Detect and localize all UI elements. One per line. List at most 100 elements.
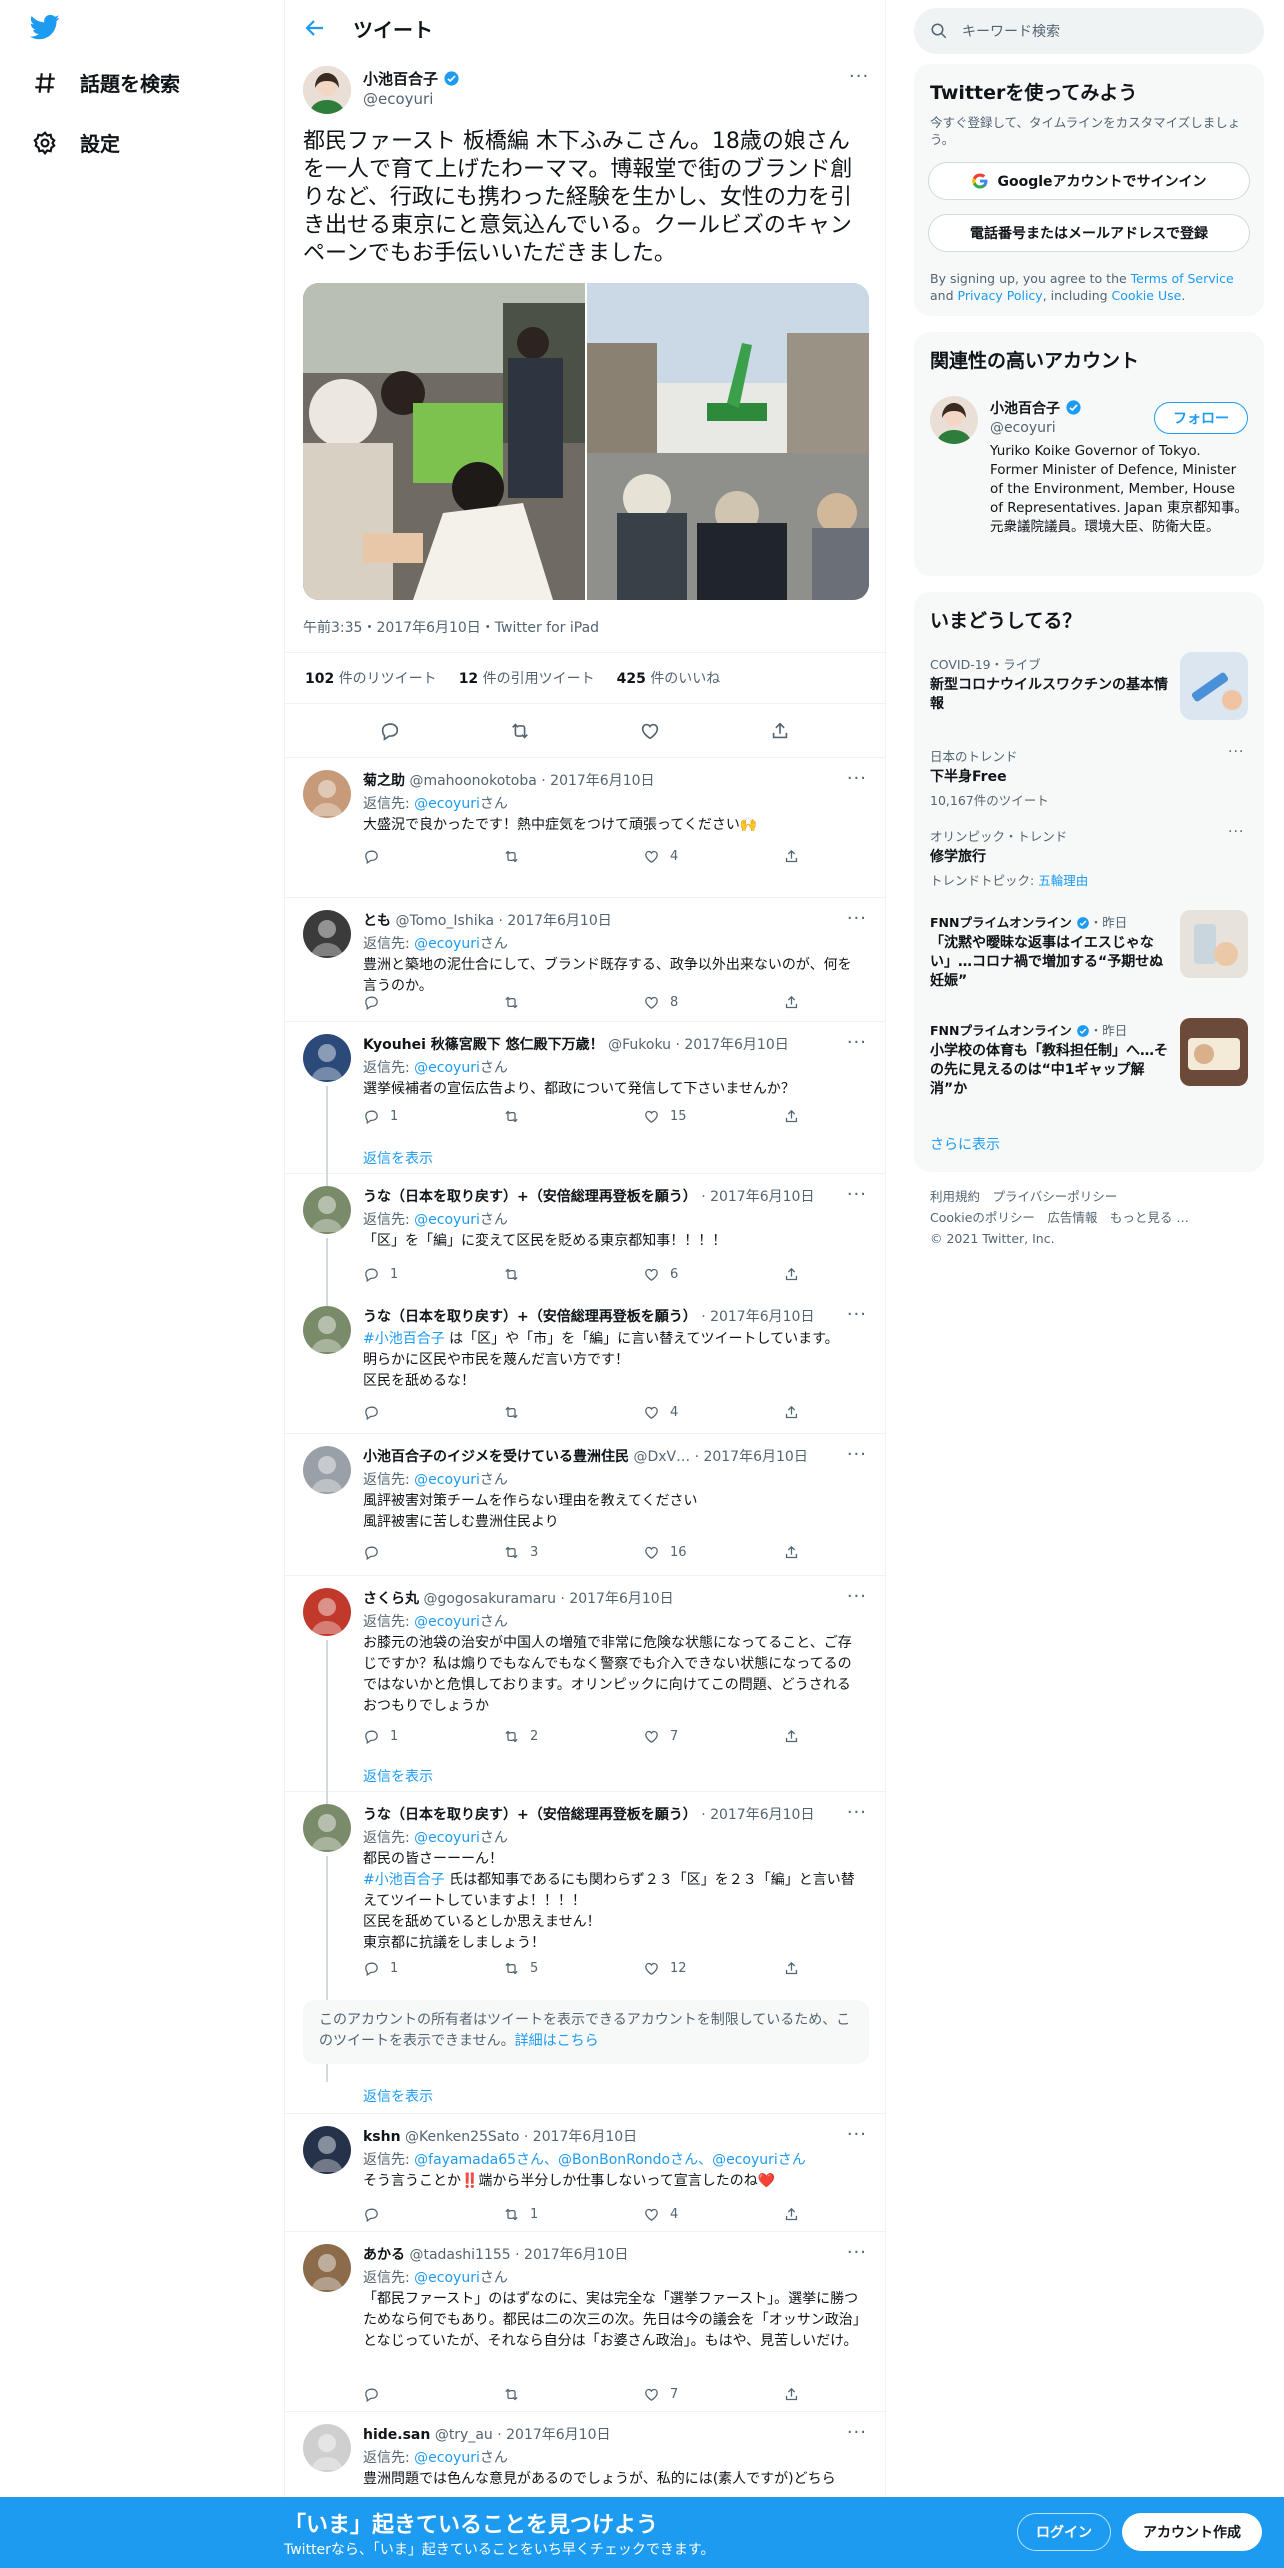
reply-button[interactable]: 1 <box>363 1726 450 1746</box>
quote-count[interactable]: 12 件の引用ツイート <box>459 668 595 688</box>
reply-avatar[interactable] <box>303 2244 351 2292</box>
tweet-photos[interactable] <box>303 283 869 600</box>
like-count[interactable]: 425 件のいいね <box>617 668 721 688</box>
reply-author-name[interactable]: さくら丸 <box>363 1591 419 1607</box>
show-more-link[interactable]: さらに表示 <box>930 1134 1000 1154</box>
reply-author-handle[interactable]: @Kenken25Sato <box>405 2129 519 2145</box>
author-avatar[interactable] <box>303 66 351 114</box>
reply-button[interactable] <box>363 2204 450 2224</box>
share-button[interactable] <box>783 2384 803 2404</box>
search-box[interactable]: キーワード検索 <box>914 8 1264 54</box>
mention-link[interactable]: @ecoyuri <box>414 1830 480 1846</box>
like-button[interactable]: 4 <box>643 2204 730 2224</box>
reply-author-handle[interactable]: @Fukoku <box>608 1037 671 1053</box>
news-item[interactable]: FNNプライムオンライン ・昨日 「沈黙や曖昧な返事はイエスじゃない」…コロナ禍… <box>930 912 1170 991</box>
tweet-photo-2[interactable] <box>587 283 869 600</box>
hashtag-link[interactable]: #小池百合子 <box>363 1331 445 1347</box>
reply-date[interactable]: · 2017年6月10日 <box>515 2247 628 2263</box>
mention-link[interactable]: @ecoyuri <box>414 1472 480 1488</box>
share-button[interactable] <box>783 992 803 1012</box>
retweet-button[interactable]: 1 <box>503 2204 590 2224</box>
more-options-icon[interactable]: ··· <box>849 66 869 87</box>
author-handle[interactable]: @ecoyuri <box>363 90 433 108</box>
like-button[interactable]: 8 <box>643 992 730 1012</box>
like-button[interactable]: 7 <box>643 1726 730 1746</box>
share-button[interactable] <box>783 846 803 866</box>
more-options-icon[interactable]: ··· <box>847 768 867 789</box>
share-button[interactable] <box>783 1264 803 1284</box>
retweet-button[interactable] <box>503 2384 590 2404</box>
retweet-button[interactable] <box>503 846 590 866</box>
mention-link[interactable]: @ecoyuri <box>414 1212 480 1228</box>
retweet-icon[interactable] <box>509 720 531 742</box>
mention-link[interactable]: @ecoyuri <box>414 1060 480 1076</box>
share-button[interactable] <box>783 2204 803 2224</box>
reply-date[interactable]: · 2017年6月10日 <box>560 1591 673 1607</box>
reply-author-handle[interactable]: @Tomo_Ishika <box>395 913 494 929</box>
reply-button[interactable] <box>363 1542 450 1562</box>
show-replies-link[interactable]: 返信を表示 <box>363 2086 433 2106</box>
reply-tweet[interactable]: うな（日本を取り戻す）+（安倍総理再登板を願う） · 2017年6月10日 ···… <box>285 1792 885 2082</box>
reply-date[interactable]: · 2017年6月10日 <box>497 2427 610 2443</box>
reply-avatar[interactable] <box>303 770 351 818</box>
mention-link[interactable]: @ecoyuri <box>414 2270 480 2286</box>
reply-button[interactable]: 1 <box>363 1264 450 1284</box>
reply-author-handle[interactable]: @mahoonokotoba <box>409 773 536 789</box>
twitter-logo-icon[interactable] <box>28 12 62 42</box>
more-options-icon[interactable]: ··· <box>847 1032 867 1053</box>
footer-line-1[interactable]: 利用規約 プライバシーポリシー <box>930 1186 1189 1207</box>
reply-icon[interactable] <box>379 720 401 742</box>
trend-more-icon[interactable]: ··· <box>1228 744 1244 760</box>
show-replies-link[interactable]: 返信を表示 <box>363 1148 433 1168</box>
share-button[interactable] <box>783 1542 803 1562</box>
share-button[interactable] <box>783 1106 803 1126</box>
like-button[interactable]: 6 <box>643 1264 730 1284</box>
reply-tweet[interactable]: 菊之助 @mahoonokotoba · 2017年6月10日 ··· 返信先: @… <box>285 758 885 898</box>
relevant-handle[interactable]: @ecoyuri <box>990 420 1056 436</box>
relevant-avatar[interactable] <box>930 396 978 444</box>
reply-tweet[interactable]: うな（日本を取り戻す）+（安倍総理再登板を願う） · 2017年6月10日 ···… <box>285 1174 885 1294</box>
reply-button[interactable] <box>363 992 450 1012</box>
reply-avatar[interactable] <box>303 910 351 958</box>
reply-author-name[interactable]: うな（日本を取り戻す）+（安倍総理再登板を願う） <box>363 1807 697 1823</box>
retweet-button[interactable] <box>503 1264 590 1284</box>
reply-tweet[interactable]: うな（日本を取り戻す）+（安倍総理再登板を願う） · 2017年6月10日 ···… <box>285 1294 885 1434</box>
reply-button[interactable]: 1 <box>363 1958 450 1978</box>
reply-author-name[interactable]: hide.san <box>363 2427 430 2443</box>
trend-item[interactable]: オリンピック・トレンド 修学旅行 トレンドトピック: 五輪理由 <box>930 826 1170 889</box>
reply-avatar[interactable] <box>303 1804 351 1852</box>
reply-date[interactable]: · 2017年6月10日 <box>675 1037 788 1053</box>
reply-date[interactable]: · 2017年6月10日 <box>498 913 611 929</box>
mention-link[interactable]: @fayamada65さん、@BonBonRondoさん、@ecoyuriさん <box>414 2152 806 2168</box>
like-button[interactable]: 4 <box>643 1402 730 1422</box>
reply-button[interactable] <box>363 2384 450 2404</box>
privacy-link[interactable]: Privacy Policy <box>958 288 1043 303</box>
search-input[interactable]: キーワード検索 <box>962 21 1060 41</box>
reply-author-name[interactable]: うな（日本を取り戻す）+（安倍総理再登板を願う） <box>363 1189 697 1205</box>
reply-avatar[interactable] <box>303 2126 351 2174</box>
reply-tweet[interactable]: とも @Tomo_Ishika · 2017年6月10日 ··· 返信先: @eco… <box>285 898 885 1022</box>
retweet-button[interactable] <box>503 1402 590 1422</box>
reply-author-handle[interactable]: @DxV… <box>633 1449 690 1465</box>
tweet-timestamp[interactable]: 午前3:35・2017年6月10日・Twitter for iPad <box>303 617 599 637</box>
reply-avatar[interactable] <box>303 1446 351 1494</box>
more-options-icon[interactable]: ··· <box>847 1444 867 1465</box>
author-name[interactable]: 小池百合子 <box>363 70 438 88</box>
reply-avatar[interactable] <box>303 1306 351 1354</box>
like-button[interactable]: 16 <box>643 1542 730 1562</box>
reply-avatar[interactable] <box>303 1186 351 1234</box>
reply-author-name[interactable]: kshn <box>363 2129 401 2145</box>
reply-author-name[interactable]: 菊之助 <box>363 773 405 789</box>
reply-author-name[interactable]: Kyouhei 秋篠宮殿下 悠仁殿下万歳！ <box>363 1037 604 1053</box>
more-options-icon[interactable]: ··· <box>847 908 867 929</box>
reply-date[interactable]: · 2017年6月10日 <box>701 1807 814 1823</box>
reply-avatar[interactable] <box>303 1034 351 1082</box>
mention-link[interactable]: @ecoyuri <box>414 2450 480 2466</box>
more-options-icon[interactable]: ··· <box>847 1304 867 1325</box>
retweet-button[interactable]: 3 <box>503 1542 590 1562</box>
back-arrow-icon[interactable] <box>303 16 327 40</box>
nav-settings[interactable]: 設定 <box>32 128 120 157</box>
retweet-button[interactable]: 5 <box>503 1958 590 1978</box>
share-button[interactable] <box>783 1726 803 1746</box>
reply-author-name[interactable]: うな（日本を取り戻す）+（安倍総理再登板を願う） <box>363 1309 697 1325</box>
